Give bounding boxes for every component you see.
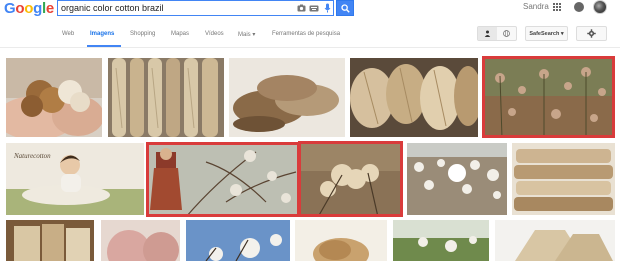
search-nav: Web Imagens Shopping Mapas Vídeos Mais ▾… — [0, 20, 620, 48]
person-icon[interactable] — [478, 27, 497, 40]
tab-shopping[interactable]: Shopping — [130, 31, 155, 37]
camera-icon[interactable] — [295, 2, 307, 14]
image-result[interactable] — [186, 220, 290, 261]
search-button[interactable] — [336, 0, 354, 16]
logo-letter: o — [24, 0, 34, 17]
tab-more[interactable]: Mais ▾ — [238, 31, 255, 38]
image-result[interactable] — [393, 220, 489, 261]
image-result[interactable]: Naturecotton — [6, 143, 144, 215]
watermark-text: Naturecotton — [14, 152, 51, 160]
image-result[interactable] — [350, 58, 478, 137]
image-result[interactable] — [495, 220, 615, 261]
google-logo[interactable]: Google — [4, 0, 54, 17]
apps-grid-icon[interactable] — [553, 3, 561, 11]
tab-web[interactable]: Web — [62, 31, 74, 37]
tab-search-tools[interactable]: Ferramentas de pesquisa — [272, 31, 340, 37]
image-result[interactable] — [298, 141, 403, 217]
view-mode-toggle[interactable] — [477, 26, 517, 41]
gear-icon — [587, 29, 596, 38]
search-box[interactable] — [57, 0, 334, 16]
top-bar: Google Sandra — [0, 0, 620, 20]
user-name[interactable]: Sandra — [523, 2, 549, 11]
image-result[interactable] — [6, 220, 94, 261]
image-result[interactable] — [6, 58, 102, 137]
logo-letter: G — [4, 0, 16, 17]
logo-letter: g — [33, 0, 42, 17]
microphone-icon[interactable] — [321, 2, 333, 14]
keyboard-icon[interactable] — [308, 2, 320, 14]
logo-letter: e — [45, 0, 54, 17]
image-result[interactable] — [295, 220, 387, 261]
tab-videos[interactable]: Vídeos — [205, 31, 224, 37]
notifications-icon[interactable] — [574, 2, 584, 12]
image-result[interactable] — [407, 143, 507, 215]
globe-icon[interactable] — [497, 27, 516, 40]
logo-letter: o — [15, 0, 25, 17]
settings-button[interactable] — [576, 26, 607, 41]
avatar[interactable] — [593, 0, 607, 14]
search-icon — [340, 3, 350, 13]
tab-maps[interactable]: Mapas — [171, 31, 189, 37]
image-result[interactable] — [512, 143, 615, 215]
search-input[interactable] — [61, 2, 286, 14]
image-result[interactable] — [146, 142, 300, 217]
active-tab-indicator — [87, 45, 121, 47]
image-result[interactable] — [229, 58, 345, 137]
image-result[interactable] — [108, 58, 224, 137]
tab-images[interactable]: Imagens — [90, 31, 114, 37]
image-result[interactable] — [482, 56, 615, 138]
safesearch-button[interactable]: SafeSearch ▾ — [525, 26, 568, 41]
image-result[interactable] — [101, 220, 180, 261]
